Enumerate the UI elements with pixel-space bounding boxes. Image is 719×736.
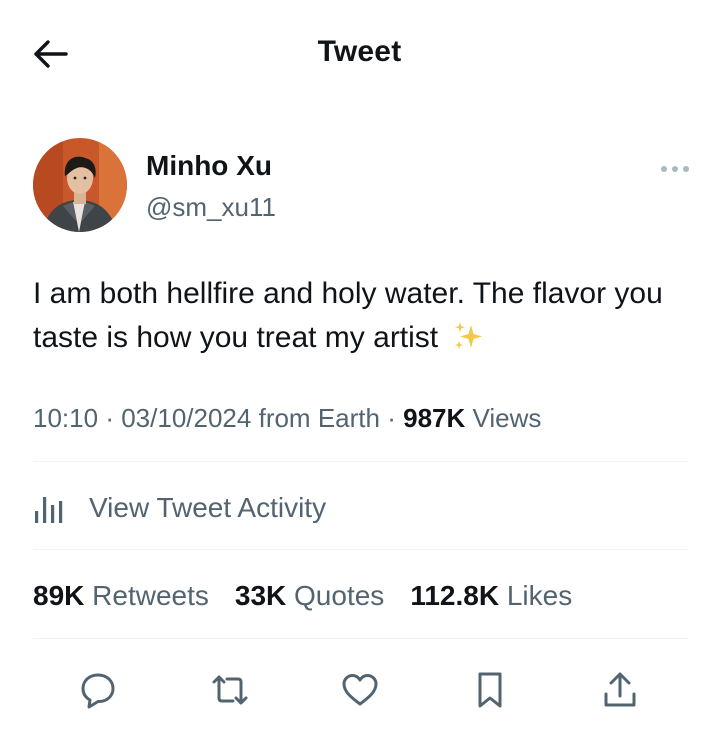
retweets-count: 89K <box>33 580 85 611</box>
tweet-source: from Earth <box>258 403 380 433</box>
views-count: 987K <box>403 403 466 433</box>
page-title: Tweet <box>317 35 402 68</box>
divider <box>33 638 688 639</box>
reply-icon <box>81 673 115 709</box>
engagement-stats: 89K Retweets 33K Quotes 112.8K Likes <box>33 580 598 612</box>
quotes-label: Quotes <box>294 580 385 611</box>
more-horizontal-icon <box>661 166 689 172</box>
heart-icon <box>342 674 378 706</box>
quotes-count: 33K <box>234 580 287 611</box>
retweets-stat[interactable]: 89K Retweets <box>33 580 209 612</box>
author-handle[interactable]: @sm_xu11 <box>146 192 276 223</box>
likes-label: Likes <box>506 580 573 611</box>
likes-stat[interactable]: 112.8K Likes <box>410 580 572 612</box>
divider <box>33 549 688 550</box>
sparkles-icon <box>451 319 485 366</box>
top-bar: Tweet <box>0 0 719 108</box>
avatar[interactable] <box>33 138 127 232</box>
bookmark-button[interactable] <box>462 662 518 718</box>
retweet-button[interactable] <box>202 662 258 718</box>
view-tweet-activity-button[interactable]: View Tweet Activity <box>33 472 688 544</box>
avatar-image <box>33 138 127 232</box>
retweet-icon <box>212 675 248 705</box>
tweet-text: I am both hellfire and holy water. The f… <box>33 272 693 366</box>
tweet-meta: 10:10 · 03/10/2024 from Earth · 987K Vie… <box>33 403 541 434</box>
like-button[interactable] <box>332 662 388 718</box>
bookmark-icon <box>478 672 502 708</box>
likes-count: 112.8K <box>410 580 500 611</box>
reply-button[interactable] <box>70 662 126 718</box>
retweets-label: Retweets <box>92 580 209 611</box>
views-label: Views <box>472 403 542 433</box>
tweet-time: 10:10 <box>33 403 99 433</box>
share-button[interactable] <box>592 662 648 718</box>
tweet-detail-screen: Tweet Minho Xu @sm_xu11 I am both hellfi… <box>0 0 719 736</box>
author-name[interactable]: Minho Xu <box>146 150 272 182</box>
view-tweet-activity-label: View Tweet Activity <box>89 492 327 523</box>
tweet-date: 03/10/2024 <box>121 403 252 433</box>
more-options-button[interactable] <box>655 155 695 183</box>
divider <box>33 461 688 462</box>
share-icon <box>604 672 636 707</box>
meta-separator: · <box>105 403 114 433</box>
meta-separator: · <box>387 403 396 433</box>
quotes-stat[interactable]: 33K Quotes <box>235 580 384 612</box>
tweet-body: I am both hellfire and holy water. The f… <box>33 277 663 354</box>
action-bar <box>0 662 719 718</box>
bar-chart-icon <box>33 488 73 528</box>
